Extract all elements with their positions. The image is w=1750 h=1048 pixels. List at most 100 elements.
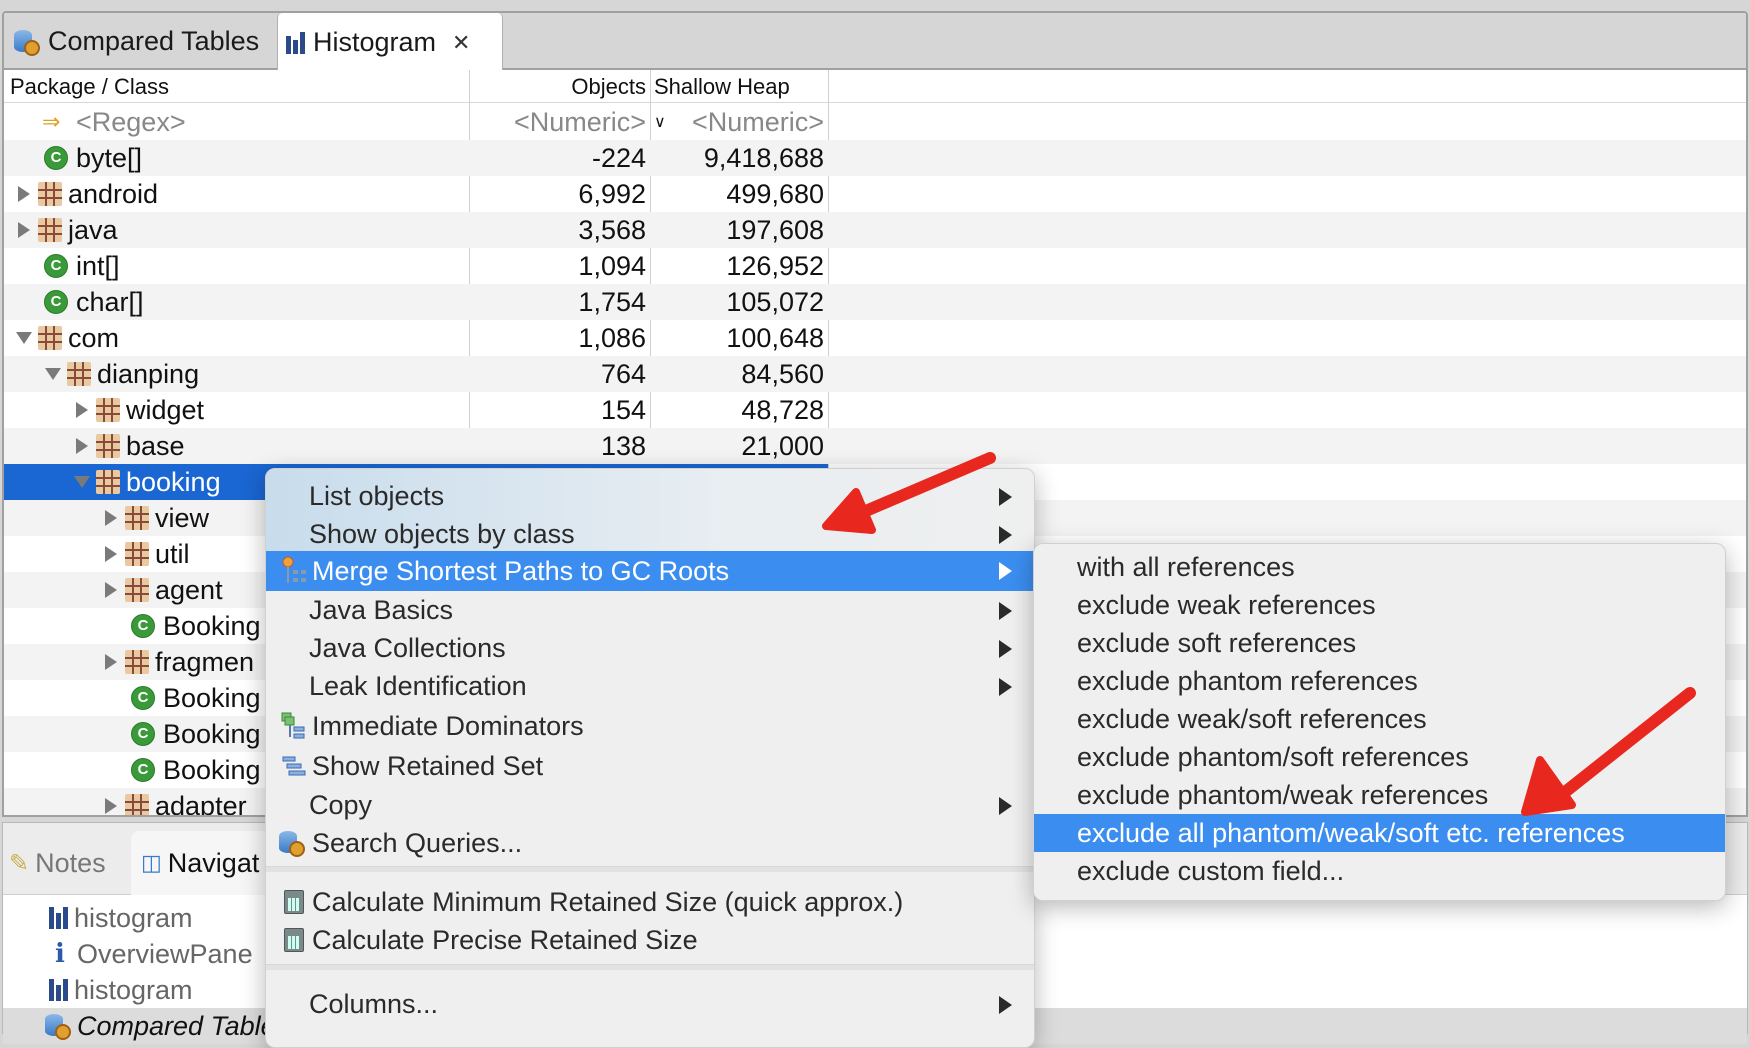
menu-item-copy[interactable]: Copy [266,786,1034,824]
tab-compared-tables[interactable]: Compared Tables [4,13,276,70]
package-icon [125,506,149,530]
close-tab-icon[interactable]: ✕ [452,30,470,56]
row-name: view [155,503,210,533]
histogram-icon [286,31,305,54]
table-row[interactable]: Cbyte[] -224 9,418,688 [4,140,1746,176]
regex-filter-icon: ⇒ [42,109,61,134]
submenu-arrow-icon [999,797,1012,815]
menu-item-show-objects-by-class[interactable]: Show objects by class [266,515,1034,553]
navigator-icon: ◫ [141,850,162,875]
info-icon: i [55,939,65,969]
package-icon [96,470,120,494]
submenu-item-exclude-custom-field[interactable]: exclude custom field... [1034,852,1725,890]
row-objects: 154 [600,395,646,425]
expand-arrow-icon[interactable] [105,582,117,598]
row-objects: 1,754 [578,287,646,317]
histogram-icon [49,979,68,1001]
table-row[interactable]: base 138 21,000 [4,428,1746,464]
tab-notes[interactable]: ✎ Notes [9,831,106,895]
submenu-item-exclude-phantom-soft[interactable]: exclude phantom/soft references [1034,738,1725,776]
table-row[interactable]: Cint[] 1,094 126,952 [4,248,1746,284]
shallow-heap-filter-input[interactable]: <Numeric> [654,104,824,140]
regex-filter-input[interactable]: <Regex> [76,104,186,140]
dominators-icon [276,711,312,741]
table-row[interactable]: com 1,086 100,648 [4,320,1746,356]
menu-item-java-collections[interactable]: Java Collections [266,629,1034,667]
row-shallow-heap: 9,418,688 [703,143,824,173]
menu-item-leak-identification[interactable]: Leak Identification [266,667,1034,705]
table-row[interactable]: java 3,568 197,608 [4,212,1746,248]
database-gear-icon [43,1012,71,1040]
submenu-item-exclude-weak[interactable]: exclude weak references [1034,586,1725,624]
calculator-icon [284,928,304,952]
table-header: Package / Class Objects Shallow Heap ∨ [4,70,1746,131]
collapse-arrow-icon[interactable] [16,332,32,344]
row-name: int[] [76,251,120,281]
retained-set-icon [276,751,312,781]
class-icon: C [131,758,155,782]
editor-tab-strip: Compared Tables Histogram ✕ [4,13,1746,72]
row-objects: -224 [591,143,646,173]
column-header-objects[interactable]: Objects [474,70,646,103]
expand-arrow-icon[interactable] [105,546,117,562]
row-name: agent [155,575,223,605]
submenu-arrow-icon [999,602,1012,620]
expand-arrow-icon[interactable] [76,402,88,418]
menu-item-list-objects[interactable]: List objects [266,477,1034,515]
package-icon [96,434,120,458]
package-icon [125,542,149,566]
row-shallow-heap: 48,728 [741,395,824,425]
menu-item-search-queries[interactable]: Search Queries... [266,824,1034,862]
submenu-arrow-icon [999,678,1012,696]
submenu-item-exclude-all-phantom-weak-soft[interactable]: exclude all phantom/weak/soft etc. refer… [1034,814,1725,852]
database-gear-icon [12,28,40,56]
collapse-arrow-icon[interactable] [74,476,90,488]
submenu-item-with-all-references[interactable]: with all references [1034,548,1725,586]
table-row[interactable]: dianping 764 84,560 [4,356,1746,392]
expand-arrow-icon[interactable] [105,798,117,814]
row-name: Booking [163,719,261,749]
expand-arrow-icon[interactable] [18,222,30,238]
submenu-item-exclude-phantom[interactable]: exclude phantom references [1034,662,1725,700]
class-icon: C [44,254,68,278]
column-header-shallow-heap[interactable]: Shallow Heap ∨ [654,70,804,131]
row-name: dianping [97,359,200,389]
menu-item-calc-min-retained[interactable]: Calculate Minimum Retained Size (quick a… [266,883,1034,921]
filter-row: ⇒ <Regex> <Numeric> <Numeric> [4,104,1746,140]
row-shallow-heap: 21,000 [741,431,824,461]
expand-arrow-icon[interactable] [18,186,30,202]
row-shallow-heap: 84,560 [741,359,824,389]
table-row[interactable]: Cchar[] 1,754 105,072 [4,284,1746,320]
package-icon [38,326,62,350]
row-objects: 1,086 [578,323,646,353]
menu-item-merge-shortest-paths[interactable]: Merge Shortest Paths to GC Roots [266,551,1034,591]
menu-item-calc-precise-retained[interactable]: Calculate Precise Retained Size [266,921,1034,959]
submenu-item-exclude-weak-soft[interactable]: exclude weak/soft references [1034,700,1725,738]
row-name: Booking [163,683,261,713]
submenu-item-exclude-phantom-weak[interactable]: exclude phantom/weak references [1034,776,1725,814]
expand-arrow-icon[interactable] [105,510,117,526]
column-header-package-class[interactable]: Package / Class [10,70,169,103]
submenu-item-exclude-soft[interactable]: exclude soft references [1034,624,1725,662]
objects-filter-input[interactable]: <Numeric> [474,104,646,140]
column-header-label: Shallow Heap [654,74,790,99]
menu-item-columns[interactable]: Columns... [266,985,1034,1023]
expand-arrow-icon[interactable] [76,438,88,454]
table-row[interactable]: widget 154 48,728 [4,392,1746,428]
package-icon [67,362,91,386]
tab-histogram[interactable]: Histogram ✕ [277,13,503,72]
expand-arrow-icon[interactable] [105,654,117,670]
table-row[interactable]: android 6,992 499,680 [4,176,1746,212]
menu-item-show-retained-set[interactable]: Show Retained Set [266,747,1034,785]
context-menu: List objects Show objects by class Merge… [265,468,1035,1048]
row-name: booking [126,467,221,497]
row-name: byte[] [76,143,143,173]
menu-item-immediate-dominators[interactable]: Immediate Dominators [266,707,1034,745]
class-icon: C [131,614,155,638]
row-objects: 764 [600,359,646,389]
submenu-arrow-icon [999,526,1012,544]
collapse-arrow-icon[interactable] [45,368,61,380]
menu-item-java-basics[interactable]: Java Basics [266,591,1034,629]
row-name: Booking [163,755,261,785]
row-name: base [126,431,185,461]
